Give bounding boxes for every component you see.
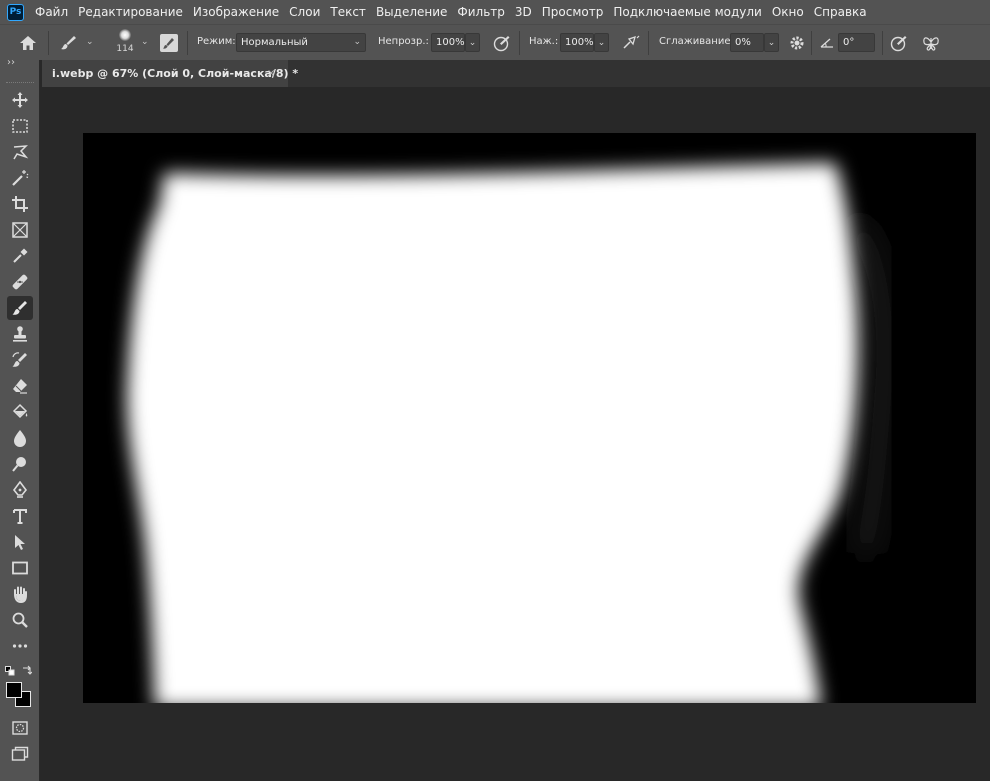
menu-image[interactable]: Изображение [188,0,284,24]
separator [187,31,188,55]
screen-mode-icon[interactable] [7,742,33,766]
brush-size: 114 [116,44,134,54]
crop-tool[interactable] [7,192,33,216]
document-tab-title: i.webp @ 67% (Слой 0, Слой-маска/8) * [52,67,299,80]
lasso-tool[interactable] [7,140,33,164]
blend-mode-value: Нормальный [241,37,308,48]
size-pressure-icon[interactable] [888,33,910,53]
foreground-color-swatch[interactable] [6,682,22,698]
dodge-tool[interactable] [7,452,33,476]
chevron-down-icon: ⌄ [353,37,361,47]
mode-label: Режим: [197,36,236,47]
symmetry-butterfly-icon[interactable] [920,33,942,53]
chevron-down-icon[interactable]: ⌄ [86,37,94,47]
pen-tool[interactable] [7,478,33,502]
paint-bucket-tool[interactable] [7,400,33,424]
flow-input[interactable]: 100% [560,33,594,52]
menu-window[interactable]: Окно [767,0,809,24]
opacity-label: Непрозр.: [378,36,429,47]
menu-layers[interactable]: Слои [284,0,325,24]
menu-type[interactable]: Текст [325,0,371,24]
airbrush-icon[interactable] [620,33,642,53]
opacity-pressure-icon[interactable] [491,33,513,53]
eyedropper-tool[interactable] [7,244,33,268]
menu-view[interactable]: Просмотр [537,0,609,24]
smoothing-label: Сглаживание: [659,36,734,47]
edit-toolbar-icon[interactable] [7,634,33,658]
tools-panel: ›› [0,57,40,781]
menu-select[interactable]: Выделение [371,0,452,24]
layer-mask-image [83,133,976,703]
document-canvas[interactable] [83,133,976,703]
clone-stamp-tool[interactable] [7,322,33,346]
rectangular-marquee-tool[interactable] [7,114,33,138]
zoom-tool[interactable] [7,608,33,632]
menu-bar: Ps Файл Редактирование Изображение Слои … [0,0,990,24]
angle-input[interactable]: 0° [838,33,875,52]
gear-icon[interactable] [786,33,808,53]
rectangle-tool[interactable] [7,556,33,580]
hand-tool[interactable] [7,582,33,606]
smoothing-dropdown-button[interactable]: ⌄ [764,33,779,52]
home-icon[interactable] [17,33,39,53]
panel-grip[interactable] [6,82,34,84]
frame-tool[interactable] [7,218,33,242]
opacity-dropdown-button[interactable]: ⌄ [465,33,480,52]
options-bar: ⌄ 114 ⌄ Режим: Нормальный ⌄ Непрозр.: 10… [0,24,990,60]
flow-dropdown-button[interactable]: ⌄ [594,33,609,52]
separator [811,31,812,55]
photoshop-logo: Ps [7,3,24,21]
menu-plugins[interactable]: Подключаемые модули [608,0,767,24]
separator [882,31,883,55]
menu-file[interactable]: Файл [30,0,73,24]
path-selection-tool[interactable] [7,530,33,554]
menu-help[interactable]: Справка [809,0,872,24]
default-colors-icon[interactable] [5,665,15,676]
separator [519,31,520,55]
angle-icon [818,33,836,53]
swap-colors-icon[interactable] [22,664,33,675]
tool-preset-picker[interactable] [58,33,80,53]
chevron-down-icon[interactable]: ⌄ [141,37,149,47]
separator [48,31,49,55]
move-tool[interactable] [7,88,33,112]
close-icon[interactable]: × [267,60,275,87]
opacity-input[interactable]: 100% [431,33,465,52]
document-tab[interactable]: i.webp @ 67% (Слой 0, Слой-маска/8) * × [42,60,298,87]
magic-wand-tool[interactable] [7,166,33,190]
smoothing-input[interactable]: 0% [730,33,764,52]
brush-preset-picker[interactable]: 114 [113,29,137,59]
type-tool[interactable] [7,504,33,528]
mask-shape [127,163,858,703]
document-tab-bar: i.webp @ 67% (Слой 0, Слой-маска/8) * × [42,60,990,87]
separator [648,31,649,55]
panel-collapse-icon[interactable]: ›› [7,57,15,68]
blend-mode-select[interactable]: Нормальный ⌄ [236,33,366,52]
menu-edit[interactable]: Редактирование [73,0,188,24]
blur-tool[interactable] [7,426,33,450]
brush-settings-panel-button[interactable] [160,34,178,52]
brush-tip-icon [119,29,131,41]
menu-filter[interactable]: Фильтр [452,0,509,24]
brush-tool[interactable] [7,296,33,320]
quick-mask-icon[interactable] [7,716,33,740]
eraser-tool[interactable] [7,374,33,398]
workspace[interactable] [42,87,990,781]
flow-label: Наж.: [529,36,559,47]
menu-3d[interactable]: 3D [510,0,537,24]
healing-brush-tool[interactable] [7,270,33,294]
history-brush-tool[interactable] [7,348,33,372]
